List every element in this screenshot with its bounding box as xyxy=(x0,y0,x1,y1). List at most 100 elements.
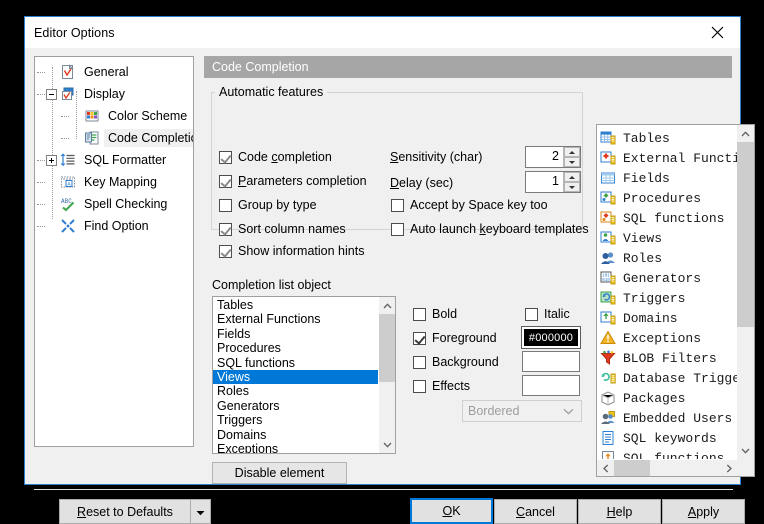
sensitivity-stepper-buttons[interactable] xyxy=(563,147,580,167)
delay-stepper-buttons[interactable] xyxy=(563,172,580,192)
checkbox-code-completion[interactable]: Code completion xyxy=(219,150,332,164)
scrollbar-track[interactable] xyxy=(737,142,754,442)
stepper-up-icon[interactable] xyxy=(564,147,580,157)
stepper-down-icon[interactable] xyxy=(564,182,580,192)
tree-item-display[interactable]: Display xyxy=(35,83,193,105)
list-item-label: Embedded Users xyxy=(623,410,733,426)
scroll-down-icon[interactable] xyxy=(737,442,754,459)
list-item[interactable]: Roles xyxy=(213,384,378,398)
list-item[interactable]: Generators xyxy=(213,399,378,413)
tree-item-find-option[interactable]: Find Option xyxy=(35,215,193,237)
scroll-up-icon[interactable] xyxy=(379,297,395,314)
checkbox-show-information-hints[interactable]: Show information hints xyxy=(219,244,364,258)
tree-connector xyxy=(37,226,45,227)
list-item[interactable]: 101 010 Generators xyxy=(597,268,737,288)
list-item[interactable]: Procedures xyxy=(597,188,737,208)
checkbox-box xyxy=(391,198,404,212)
sensitivity-value[interactable]: 2 xyxy=(526,147,563,167)
disable-element-button[interactable]: Disable element xyxy=(212,462,347,484)
hscrollbar-thumb[interactable] xyxy=(614,460,650,476)
list-item[interactable]: Exceptions xyxy=(213,442,378,453)
spell-checking-icon: ABC xyxy=(60,196,76,212)
sensitivity-stepper[interactable]: 2 xyxy=(525,146,581,168)
reset-dropdown-button[interactable] xyxy=(191,499,211,524)
checkbox-sort-column-names[interactable]: Sort column names xyxy=(219,222,346,236)
delay-stepper[interactable]: 1 xyxy=(525,171,581,193)
help-button[interactable]: Help xyxy=(578,499,661,524)
apply-button[interactable]: Apply xyxy=(662,499,745,524)
list-item[interactable]: Exceptions xyxy=(597,328,737,348)
list-item[interactable]: Procedures xyxy=(213,341,378,355)
effects-style-dropdown[interactable]: Bordered xyxy=(462,400,582,422)
preview-list-box[interactable]: Tables External Functi Fields Procedures SQL… xyxy=(596,124,755,477)
domain-icon xyxy=(600,310,616,326)
tree-item-key-mapping[interactable]: A Key Mapping xyxy=(35,171,193,193)
list-item[interactable]: Views xyxy=(597,228,737,248)
checkbox-effects[interactable]: Effects xyxy=(413,379,470,393)
checkbox-italic[interactable]: Italic xyxy=(525,307,570,321)
list-item[interactable]: Triggers xyxy=(213,413,378,427)
stepper-down-icon[interactable] xyxy=(564,157,580,167)
checkbox-box xyxy=(525,307,538,321)
tree-item-spell-checking[interactable]: ABC Spell Checking xyxy=(35,193,193,215)
list-item[interactable]: Tables xyxy=(597,128,737,148)
list-item[interactable]: Fields xyxy=(597,168,737,188)
checkbox-background[interactable]: Background xyxy=(413,355,499,369)
tree-connector xyxy=(61,116,69,117)
preview-list-vscrollbar[interactable] xyxy=(737,125,754,459)
list-item[interactable]: Views xyxy=(213,369,378,385)
checkbox-group-by-type[interactable]: Group by type xyxy=(219,198,317,212)
list-item[interactable]: Fields xyxy=(213,327,378,341)
scroll-right-icon[interactable] xyxy=(720,460,737,476)
ok-button[interactable]: OK xyxy=(410,498,493,524)
completion-list-scrollbar[interactable] xyxy=(378,297,395,453)
scroll-up-icon[interactable] xyxy=(737,125,754,142)
list-item[interactable]: SQL SQL functions xyxy=(597,448,737,459)
list-item[interactable]: Tables xyxy=(213,298,378,312)
foreground-color-swatch[interactable]: #000000 xyxy=(521,326,581,349)
completion-list-box[interactable]: Tables External Functions Fields Procedures… xyxy=(212,296,396,454)
checkbox-parameters-completion[interactable]: Parameters completion xyxy=(219,174,367,188)
background-color-swatch[interactable] xyxy=(522,351,580,372)
checkbox-box xyxy=(219,150,232,164)
list-item[interactable]: Domains xyxy=(597,308,737,328)
checkbox-bold[interactable]: Bold xyxy=(413,307,457,321)
scroll-left-icon[interactable] xyxy=(597,460,614,476)
tree-item-color-scheme[interactable]: Color Scheme xyxy=(35,105,193,127)
list-item[interactable]: Triggers xyxy=(597,288,737,308)
scroll-down-icon[interactable] xyxy=(379,436,395,453)
tree-item-sql-formatter[interactable]: SQL Formatter xyxy=(35,149,193,171)
reset-to-defaults-button[interactable]: Reset to Defaults xyxy=(59,499,191,524)
options-tree[interactable]: General Display Color Scheme Code Completio… xyxy=(34,56,194,447)
list-item[interactable]: Database Trigge xyxy=(597,368,737,388)
stepper-up-icon[interactable] xyxy=(564,172,580,182)
list-item[interactable]: External Functi xyxy=(597,148,737,168)
checkbox-auto-launch-keyboard-templates[interactable]: Auto launch keyboard templates xyxy=(391,222,589,236)
reset-to-defaults-group[interactable]: Reset to Defaults xyxy=(59,499,211,524)
preview-list-hscrollbar[interactable] xyxy=(597,459,737,476)
list-item[interactable]: SQL functions xyxy=(597,208,737,228)
tree-expand-icon[interactable] xyxy=(46,154,57,166)
list-item[interactable]: SQL keywords xyxy=(597,428,737,448)
list-item[interactable]: Roles xyxy=(597,248,737,268)
scrollbar-track[interactable] xyxy=(379,314,395,436)
checkbox-foreground[interactable]: Foreground xyxy=(413,331,497,345)
scrollbar-thumb[interactable] xyxy=(737,142,754,327)
ok-label: OK xyxy=(442,504,461,518)
list-item[interactable]: SQL functions xyxy=(213,356,378,370)
checkbox-accept-by-space-key-too[interactable]: Accept by Space key too xyxy=(391,198,548,212)
cancel-button[interactable]: Cancel xyxy=(494,499,577,524)
list-item[interactable]: Embedded Users xyxy=(597,408,737,428)
tree-item-general[interactable]: General xyxy=(35,61,193,83)
list-item[interactable]: Packages xyxy=(597,388,737,408)
hscrollbar-track[interactable] xyxy=(614,460,720,476)
list-item[interactable]: Domains xyxy=(213,428,378,442)
close-icon[interactable] xyxy=(694,17,740,48)
tree-item-code-completion[interactable]: Code Completion xyxy=(35,127,193,149)
effects-color-swatch[interactable] xyxy=(522,375,580,396)
list-item[interactable]: External Functions xyxy=(213,312,378,326)
scrollbar-thumb[interactable] xyxy=(379,314,395,382)
tree-collapse-icon[interactable] xyxy=(46,88,57,100)
list-item[interactable]: BLOB Filters xyxy=(597,348,737,368)
delay-value[interactable]: 1 xyxy=(526,172,563,192)
